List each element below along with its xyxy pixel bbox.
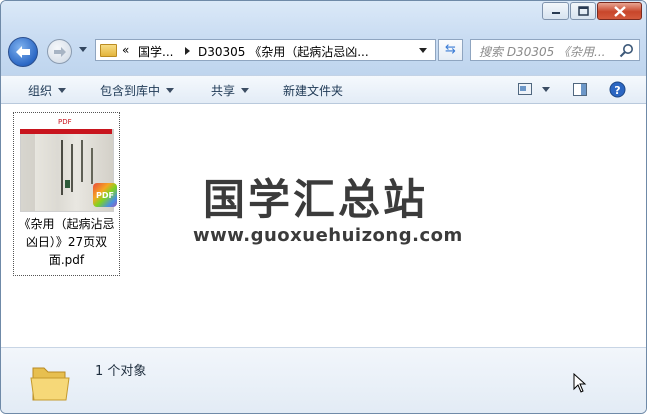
title-bar: « 国学... D30305 《杂用（起病沾忌凶... ⇆ 搜索 D30305 … [1, 1, 646, 75]
recent-pages-dropdown[interactable] [79, 47, 87, 52]
folder-icon [30, 367, 70, 401]
mouse-cursor-icon [573, 373, 587, 393]
back-button[interactable] [8, 37, 38, 67]
breadcrumb-segment-2[interactable]: D30305 《杂用（起病沾忌凶... [198, 43, 369, 60]
watermark-url: www.guoxuehuizong.com [193, 225, 463, 246]
svg-text:?: ? [614, 84, 620, 97]
watermark-title: 国学汇总站 [203, 175, 429, 224]
arrow-right-icon [53, 46, 66, 57]
include-in-library-menu[interactable]: 包含到库中 [100, 82, 175, 99]
close-icon [613, 5, 626, 17]
explorer-window: « 国学... D30305 《杂用（起病沾忌凶... ⇆ 搜索 D30305 … [0, 0, 647, 414]
file-name[interactable]: 《杂用（起病沾忌凶日）》27页双面.pdf [14, 215, 119, 269]
forward-button[interactable] [47, 39, 72, 64]
refresh-icon: ⇆ [445, 42, 456, 57]
pdf-badge-icon: PDF [93, 183, 117, 207]
address-bar[interactable]: « 国学... D30305 《杂用（起病沾忌凶... [95, 39, 436, 61]
include-in-library-label: 包含到库中 [100, 84, 161, 98]
preview-pane-button[interactable] [573, 83, 587, 96]
file-list[interactable]: PDF PDF 《杂用（起病沾忌凶日）》27页双面.pdf 国学汇总站 www.… [1, 104, 646, 347]
search-icon[interactable] [619, 43, 634, 58]
search-box[interactable]: 搜索 D30305 《杂用... [470, 39, 640, 61]
arrow-left-icon [16, 46, 30, 58]
folder-icon [100, 44, 117, 57]
minimize-button[interactable] [542, 2, 569, 20]
new-folder-label: 新建文件夹 [283, 84, 344, 98]
breadcrumb-segment-1[interactable]: 国学... [138, 43, 173, 60]
help-icon: ? [609, 81, 626, 98]
search-input[interactable]: 搜索 D30305 《杂用... [479, 43, 606, 60]
caret-down-icon [58, 88, 67, 93]
command-bar: 组织 包含到库中 共享 新建文件夹 ? [1, 75, 646, 104]
thumbnail-header-bar [20, 129, 112, 134]
caret-down-icon [166, 88, 175, 93]
breadcrumb-overflow[interactable]: « [122, 43, 129, 57]
pdf-badge-label: PDF [96, 190, 114, 200]
share-menu[interactable]: 共享 [211, 82, 250, 99]
organize-label: 组织 [28, 84, 53, 98]
breadcrumb-chevron-icon[interactable] [185, 47, 190, 55]
minimize-icon [551, 12, 560, 14]
organize-menu[interactable]: 组织 [28, 82, 67, 99]
help-button[interactable]: ? [609, 81, 626, 98]
close-button[interactable] [597, 2, 642, 20]
preview-pane-icon [573, 83, 587, 96]
maximize-button[interactable] [570, 2, 596, 20]
refresh-button[interactable]: ⇆ [438, 39, 463, 61]
share-label: 共享 [211, 84, 236, 98]
caret-down-icon [542, 86, 550, 92]
caret-down-icon [241, 88, 250, 93]
view-options-button[interactable] [518, 83, 550, 95]
thumbnail-pdf-tag: PDF [58, 118, 72, 126]
address-dropdown-icon[interactable] [419, 48, 427, 53]
details-pane: 1 个对象 [1, 347, 646, 413]
item-count: 1 个对象 [95, 364, 147, 379]
file-item[interactable]: PDF PDF 《杂用（起病沾忌凶日）》27页双面.pdf [13, 112, 120, 276]
view-icon [518, 83, 532, 95]
window-controls [542, 2, 642, 22]
maximize-icon [577, 6, 589, 16]
new-folder-button[interactable]: 新建文件夹 [283, 82, 343, 99]
